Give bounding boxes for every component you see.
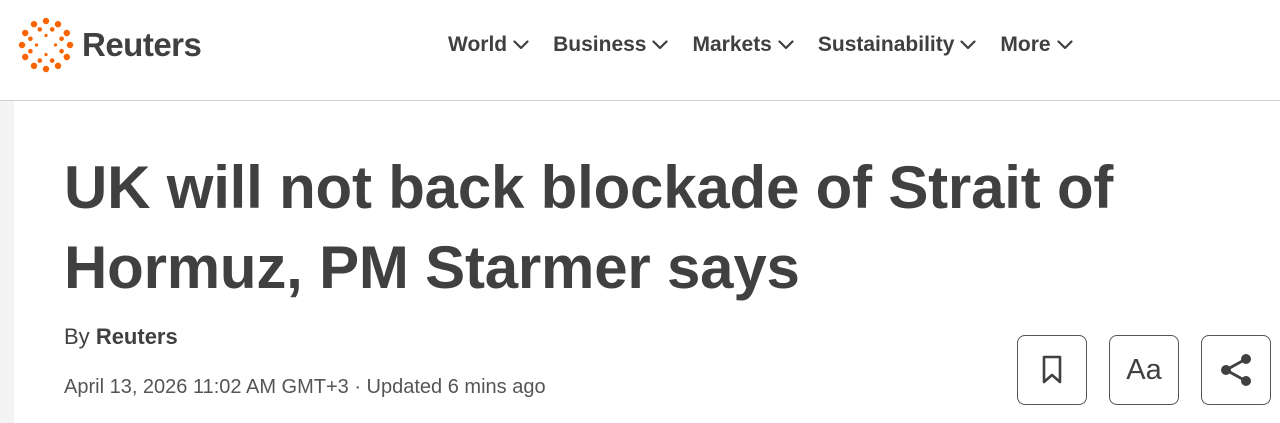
byline-prefix: By	[64, 324, 90, 349]
nav-item-business[interactable]: Business	[553, 33, 669, 57]
article-headline: UK will not back blockade of Strait of H…	[64, 154, 1114, 301]
nav-item-sustainability[interactable]: Sustainability	[818, 33, 977, 57]
nav-item-markets[interactable]: Markets	[692, 33, 794, 57]
nav-item-label: Business	[553, 33, 647, 56]
chevron-down-icon	[1056, 40, 1073, 50]
font-size-label: Aa	[1126, 353, 1162, 386]
chevron-down-icon	[778, 40, 794, 50]
share-button[interactable]	[1201, 335, 1271, 405]
share-icon	[1221, 354, 1251, 386]
article-dateline: April 13, 2026 11:02 AM GMT+3 · Updated …	[64, 376, 546, 398]
nav-item-world[interactable]: World	[448, 33, 529, 57]
font-size-button[interactable]: Aa	[1109, 335, 1179, 405]
reuters-logo-icon	[18, 17, 74, 73]
reuters-logo[interactable]: Reuters	[18, 16, 202, 74]
site-header: Reuters World Business Markets Sustainab…	[0, 0, 1280, 101]
nav-item-label: Sustainability	[817, 33, 955, 56]
nav-item-label: World	[448, 33, 508, 56]
chevron-down-icon	[513, 40, 529, 50]
chevron-down-icon	[652, 40, 669, 50]
bookmark-icon	[1042, 355, 1062, 384]
page-left-gutter	[0, 101, 14, 423]
chevron-down-icon	[960, 40, 977, 50]
article-byline: By Reuters	[64, 324, 178, 350]
logo-wordmark: Reuters	[82, 26, 202, 63]
nav-item-label: Markets	[692, 33, 772, 56]
author-link[interactable]: Reuters	[96, 324, 178, 349]
main-nav: World Business Markets Sustainability Mo…	[448, 26, 1073, 64]
nav-item-label: More	[1000, 33, 1051, 56]
bookmark-button[interactable]	[1017, 335, 1087, 405]
nav-item-more[interactable]: More	[1000, 33, 1073, 57]
